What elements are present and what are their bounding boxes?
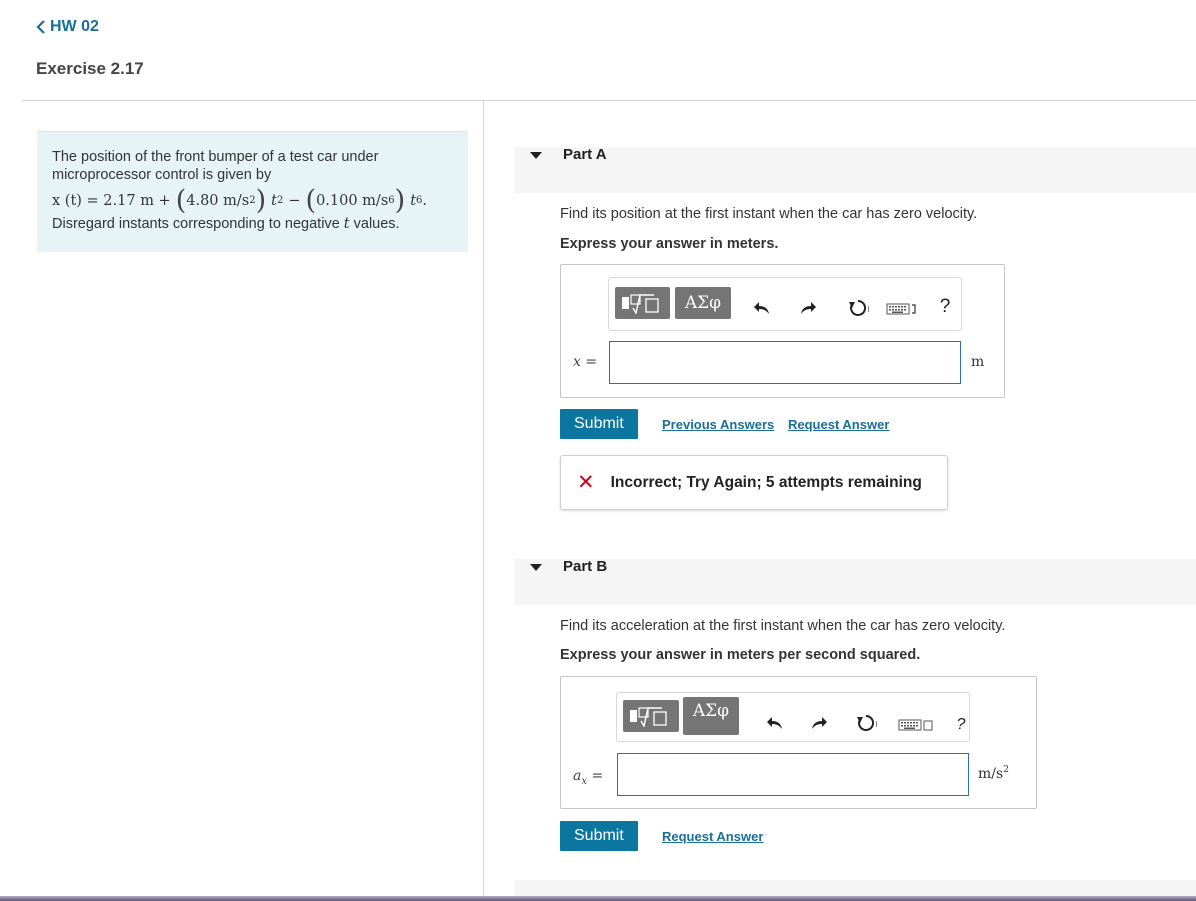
problem-statement: The position of the front bumper of a te…	[37, 131, 468, 252]
eq-minus: −	[288, 193, 301, 209]
disregard-text: Disregard instants corresponding to nega…	[52, 216, 344, 232]
undo-icon[interactable]	[764, 712, 786, 734]
feedback-text: Incorrect; Try Again; 5 attempts remaini…	[610, 473, 922, 491]
part-b-answer-box: ΑΣφ ? ax = m/s2	[560, 676, 1037, 809]
eq-end: .	[422, 193, 427, 209]
part-b-header[interactable]: Part B	[514, 558, 1196, 605]
back-link-label: HW 02	[50, 18, 99, 35]
part-a-unit: m	[971, 354, 985, 370]
redo-icon[interactable]	[797, 297, 819, 319]
disregard-text-end: values.	[349, 216, 400, 232]
part-a-request-answer-link[interactable]: Request Answer	[788, 417, 889, 432]
part-a-math-toolbar: ΑΣφ ?	[608, 277, 962, 331]
part-a-answer-input[interactable]	[609, 341, 961, 384]
column-divider	[483, 100, 484, 901]
part-a-equals: =	[585, 354, 598, 370]
eq-term1-coeff: 4.80 m/s	[186, 193, 250, 209]
part-a-var: x	[573, 354, 581, 370]
greek-symbols-button[interactable]: ΑΣφ	[675, 287, 731, 319]
window-bottom-edge	[0, 896, 1196, 901]
keyboard-icon[interactable]	[897, 717, 935, 733]
problem-intro: The position of the front bumper of a te…	[52, 149, 379, 183]
part-a-var-label: x =	[573, 354, 597, 370]
part-b-instruction: Express your answer in meters per second…	[560, 647, 921, 663]
undo-icon[interactable]	[751, 297, 773, 319]
part-b-var-sub: x	[581, 775, 587, 787]
greek-label: ΑΣφ	[692, 701, 730, 721]
part-b-question: Find its acceleration at the first insta…	[560, 618, 1006, 634]
help-icon[interactable]: ?	[935, 296, 955, 318]
part-a-instruction: Express your answer in meters.	[560, 236, 779, 252]
position-equation: x (t) = 2.17 m + ( 4.80 m/s 2 ) t2 − ( 0.…	[52, 185, 427, 216]
reset-icon[interactable]	[843, 297, 873, 319]
part-a-label[interactable]: Part A	[563, 146, 607, 163]
part-b-unit-base: m/s	[978, 766, 1004, 782]
previous-answers-link[interactable]: Previous Answers	[662, 417, 774, 432]
greek-label: ΑΣφ	[684, 293, 722, 313]
part-a-feedback: ✕ Incorrect; Try Again; 5 attempts remai…	[560, 455, 948, 510]
part-b-answer-input[interactable]	[617, 753, 969, 796]
next-part-header-edge	[514, 880, 1196, 896]
incorrect-x-icon: ✕	[577, 471, 595, 494]
part-a-header[interactable]: Part A	[514, 146, 1196, 193]
problem-disregard-note: Disregard instants corresponding to nega…	[52, 215, 454, 233]
radical-template-icon	[621, 294, 659, 314]
eq-term2-coeff: 0.100 m/s	[316, 193, 389, 209]
caret-down-icon[interactable]	[530, 152, 542, 159]
part-b-label[interactable]: Part B	[563, 558, 607, 575]
part-b-math-toolbar: ΑΣφ ?	[616, 692, 970, 742]
chevron-left-icon	[36, 20, 45, 34]
greek-symbols-button[interactable]: ΑΣφ	[683, 697, 739, 735]
header-divider	[22, 100, 1196, 101]
part-a-question: Find its position at the first instant w…	[560, 206, 978, 222]
part-b-unit-exp: 2	[1003, 765, 1009, 775]
templates-button[interactable]	[623, 700, 679, 732]
eq-lhs: x (t) = 2.17 m +	[52, 193, 171, 209]
redo-icon[interactable]	[808, 712, 830, 734]
templates-button[interactable]	[615, 287, 670, 319]
keyboard-icon[interactable]	[885, 301, 919, 317]
part-b-var-label: ax =	[573, 768, 603, 787]
help-icon[interactable]: ?	[953, 715, 969, 735]
eq-term1-var-exp: 2	[276, 195, 284, 206]
back-link-hw[interactable]: HW 02	[36, 18, 99, 36]
part-a-answer-box: ΑΣφ ? x = m	[560, 264, 1005, 398]
exercise-title: Exercise 2.17	[36, 59, 144, 78]
caret-down-icon[interactable]	[530, 564, 542, 571]
radical-template-icon	[630, 707, 667, 727]
part-b-unit: m/s2	[978, 765, 1009, 782]
part-b-request-answer-link[interactable]: Request Answer	[662, 829, 763, 844]
reset-icon[interactable]	[851, 712, 881, 734]
part-a-submit-button[interactable]: Submit	[560, 409, 638, 439]
part-b-equals: =	[591, 768, 604, 784]
part-b-submit-button[interactable]: Submit	[560, 821, 638, 851]
